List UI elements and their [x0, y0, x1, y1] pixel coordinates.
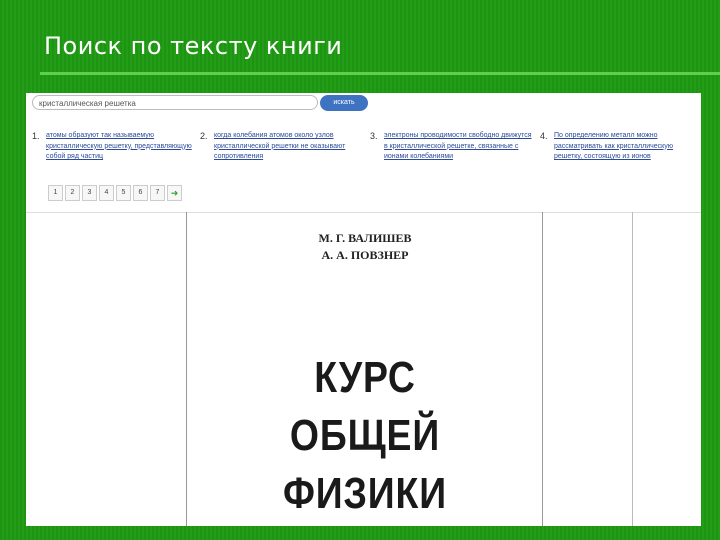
book-author: М. Г. ВАЛИШЕВ	[318, 231, 412, 245]
result-link[interactable]: атомы образуют так называемую кристаллич…	[46, 131, 194, 163]
next-page-arrow-icon[interactable]: ➜	[167, 185, 182, 201]
result-number: 4.	[540, 131, 548, 141]
page-button-6[interactable]: 6	[133, 185, 148, 201]
slide-title: Поиск по тексту книги	[44, 32, 343, 60]
result-number: 1.	[32, 131, 40, 141]
result-link[interactable]: По определению металл можно рассматриват…	[554, 131, 701, 163]
book-page: М. Г. ВАЛИШЕВ А. А. ПОВЗНЕР КУРС ОБЩЕЙ Ф…	[188, 213, 542, 526]
book-title-line: КУРС	[314, 353, 416, 402]
side-panel-border	[632, 212, 633, 526]
result-number: 3.	[370, 131, 378, 141]
result-link[interactable]: когда колебания атомов около узлов крист…	[214, 131, 362, 163]
book-viewer-screenshot: кристаллическая решетка искать 1. атомы …	[26, 93, 701, 526]
page-button-4[interactable]: 4	[99, 185, 114, 201]
book-title-line: ОБЩЕЙ	[289, 411, 441, 460]
page-button-3[interactable]: 3	[82, 185, 97, 201]
page-border-right	[542, 212, 543, 526]
page-border-left	[186, 212, 187, 526]
book-author: А. А. ПОВЗНЕР	[321, 248, 409, 262]
search-input[interactable]: кристаллическая решетка	[32, 95, 318, 110]
page-button-1[interactable]: 1	[48, 185, 63, 201]
page-button-5[interactable]: 5	[116, 185, 131, 201]
pagination: 1 2 3 4 5 6 7 ➜	[48, 185, 182, 201]
title-underline	[40, 72, 720, 75]
result-link[interactable]: электроны проводимости свободно движутся…	[384, 131, 532, 163]
search-button[interactable]: искать	[320, 95, 368, 111]
book-title-line: ФИЗИКИ	[283, 469, 447, 518]
page-button-2[interactable]: 2	[65, 185, 80, 201]
page-button-7[interactable]: 7	[150, 185, 165, 201]
result-number: 2.	[200, 131, 208, 141]
